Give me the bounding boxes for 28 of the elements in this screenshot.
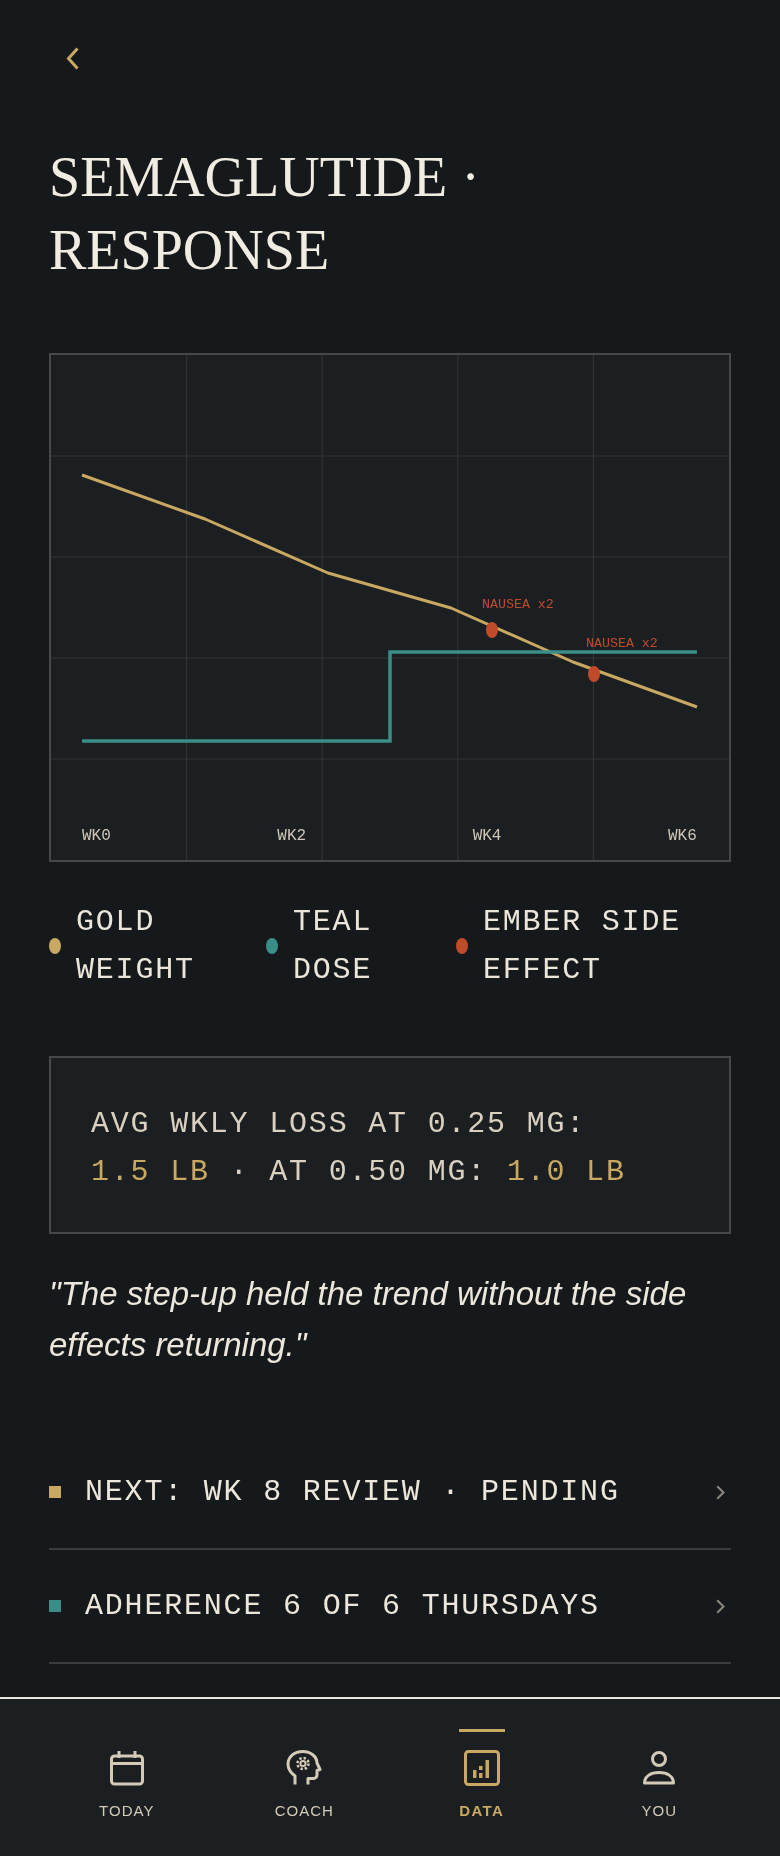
stat-text: AVG WKLY LOSS AT 0.25 MG: 1.5 LB · AT 0.50 MG: 1.0 LB <box>91 1106 627 1191</box>
annotation-label: NAUSEA x2 <box>482 597 554 612</box>
axis-label: WK2 <box>277 827 307 845</box>
chevron-left-icon <box>65 46 79 70</box>
side-effect-marker <box>486 622 498 638</box>
legend-label: TEAL DOSE <box>293 904 374 989</box>
legend-label: EMBER SIDE EFFECT <box>483 904 683 989</box>
calendar-icon <box>108 1750 145 1786</box>
list-item[interactable]: NEXT: WK 8 REVIEW · PENDING <box>49 1436 731 1550</box>
nav-tab[interactable]: YOU <box>570 1699 748 1856</box>
nav-tab[interactable]: TODAY <box>38 1699 216 1856</box>
legend-label: GOLD WEIGHT <box>76 904 196 989</box>
head-gear-icon <box>286 1750 323 1786</box>
side-effect-marker <box>588 666 600 682</box>
chevron-right-icon <box>716 1484 725 1500</box>
quote-text: "The step-up held the trend without the side effects returning." <box>49 1274 688 1365</box>
axis-label: WK0 <box>82 827 111 845</box>
active-indicator <box>458 1729 505 1732</box>
annotation-label: NAUSEA x2 <box>586 636 658 651</box>
nav-tab[interactable]: COACH <box>215 1699 393 1856</box>
person-icon <box>641 1750 678 1786</box>
chevron-right-icon <box>716 1598 725 1614</box>
nav-tab[interactable]: DATA <box>393 1699 571 1856</box>
page-title: SEMAGLUTIDE · RESPONSE <box>49 145 481 283</box>
axis-label: WK6 <box>668 827 697 845</box>
list-item[interactable]: ADHERENCE 6 OF 6 THURSDAYS <box>49 1550 731 1664</box>
axis-label: WK4 <box>472 827 502 845</box>
bar-chart-icon <box>463 1750 500 1786</box>
